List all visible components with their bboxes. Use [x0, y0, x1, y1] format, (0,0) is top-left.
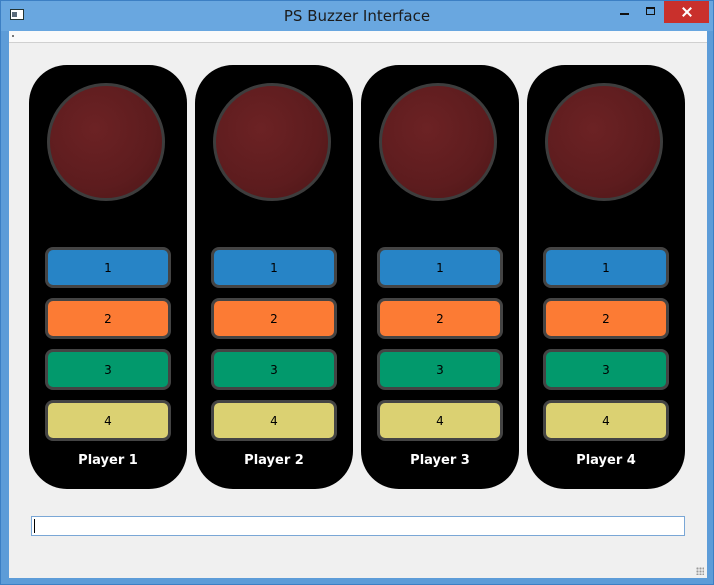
answer-button-2[interactable]: 2	[45, 298, 171, 339]
answer-button-4[interactable]: 4	[543, 400, 669, 441]
maximize-button[interactable]	[638, 1, 664, 23]
answer-button-2[interactable]: 2	[543, 298, 669, 339]
player-label: Player 4	[576, 453, 636, 468]
player-label: Player 2	[244, 453, 304, 468]
client-area: 1 2 3 4 Player 1 1 2 3 4 Player 2 1 2 3 …	[9, 43, 707, 578]
player-pad-2: 1 2 3 4 Player 2	[195, 65, 353, 489]
close-button[interactable]	[664, 1, 709, 23]
player-pad-1: 1 2 3 4 Player 1	[29, 65, 187, 489]
answer-button-2[interactable]: 2	[377, 298, 503, 339]
player-pad-3: 1 2 3 4 Player 3	[361, 65, 519, 489]
answer-button-1[interactable]: 1	[543, 247, 669, 288]
menu-grip-icon	[12, 35, 14, 37]
answer-button-4[interactable]: 4	[377, 400, 503, 441]
buzzer-button[interactable]	[213, 83, 331, 201]
window-title: PS Buzzer Interface	[283, 7, 431, 25]
answer-button-4[interactable]: 4	[211, 400, 337, 441]
player-pad-4: 1 2 3 4 Player 4	[527, 65, 685, 489]
text-caret	[34, 519, 35, 533]
answer-button-3[interactable]: 3	[543, 349, 669, 390]
player-label: Player 1	[78, 453, 138, 468]
buzzer-button[interactable]	[379, 83, 497, 201]
minimize-button[interactable]	[612, 1, 638, 23]
menu-bar[interactable]	[9, 31, 707, 43]
answer-button-1[interactable]: 1	[377, 247, 503, 288]
answer-button-3[interactable]: 3	[377, 349, 503, 390]
buzzer-button[interactable]	[47, 83, 165, 201]
answer-button-1[interactable]: 1	[45, 247, 171, 288]
answer-button-3[interactable]: 3	[45, 349, 171, 390]
app-window: PS Buzzer Interface 1 2 3 4 Player 1 1 2…	[0, 0, 714, 585]
log-input[interactable]	[31, 516, 685, 536]
buzzer-button[interactable]	[545, 83, 663, 201]
answer-button-3[interactable]: 3	[211, 349, 337, 390]
answer-button-4[interactable]: 4	[45, 400, 171, 441]
resize-grip-icon[interactable]	[696, 567, 704, 575]
answer-button-1[interactable]: 1	[211, 247, 337, 288]
title-bar[interactable]: PS Buzzer Interface	[1, 1, 713, 31]
player-label: Player 3	[410, 453, 470, 468]
answer-button-2[interactable]: 2	[211, 298, 337, 339]
